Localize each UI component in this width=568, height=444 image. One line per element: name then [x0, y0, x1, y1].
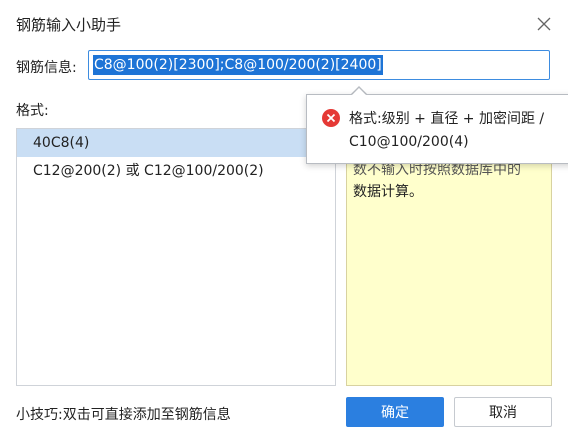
tooltip-example-text: C10@100/200(4)	[349, 134, 469, 150]
rebar-info-input[interactable]: C8@100(2)[2300];C8@100/200(2)[2400]	[88, 50, 550, 80]
tooltip-format-text: 格式:级别 + 直径 + 加密间距 /	[349, 111, 545, 127]
rebar-info-value: C8@100(2)[2300];C8@100/200(2)[2400]	[93, 55, 383, 75]
footer-tip: 小技巧:双击可直接添加至钢筋信息	[16, 407, 231, 423]
rebar-info-label: 钢筋信息:	[16, 60, 77, 76]
close-icon	[537, 17, 551, 31]
dialog-title: 钢筋输入小助手	[16, 16, 122, 34]
rebar-input-dialog: 钢筋输入小助手 钢筋信息: C8@100(2)[2300];C8@100/200…	[0, 0, 568, 444]
format-list[interactable]: 40C8(4) C12@200(2) 或 C12@100/200(2)	[16, 128, 336, 386]
error-icon	[322, 109, 340, 127]
format-description: 数不输入时按照数据库中的 数据计算。	[346, 128, 552, 386]
ok-button[interactable]: 确定	[346, 397, 444, 427]
description-line: 数据计算。	[353, 184, 423, 200]
tooltip-arrow-inner	[351, 88, 367, 96]
format-label: 格式:	[16, 103, 49, 119]
list-item[interactable]: 40C8(4)	[17, 129, 335, 157]
close-button[interactable]	[532, 12, 556, 36]
cancel-button[interactable]: 取消	[454, 397, 552, 427]
list-item[interactable]: C12@200(2) 或 C12@100/200(2)	[17, 157, 335, 185]
error-tooltip: 格式:级别 + 直径 + 加密间距 / C10@100/200(4)	[306, 94, 568, 164]
